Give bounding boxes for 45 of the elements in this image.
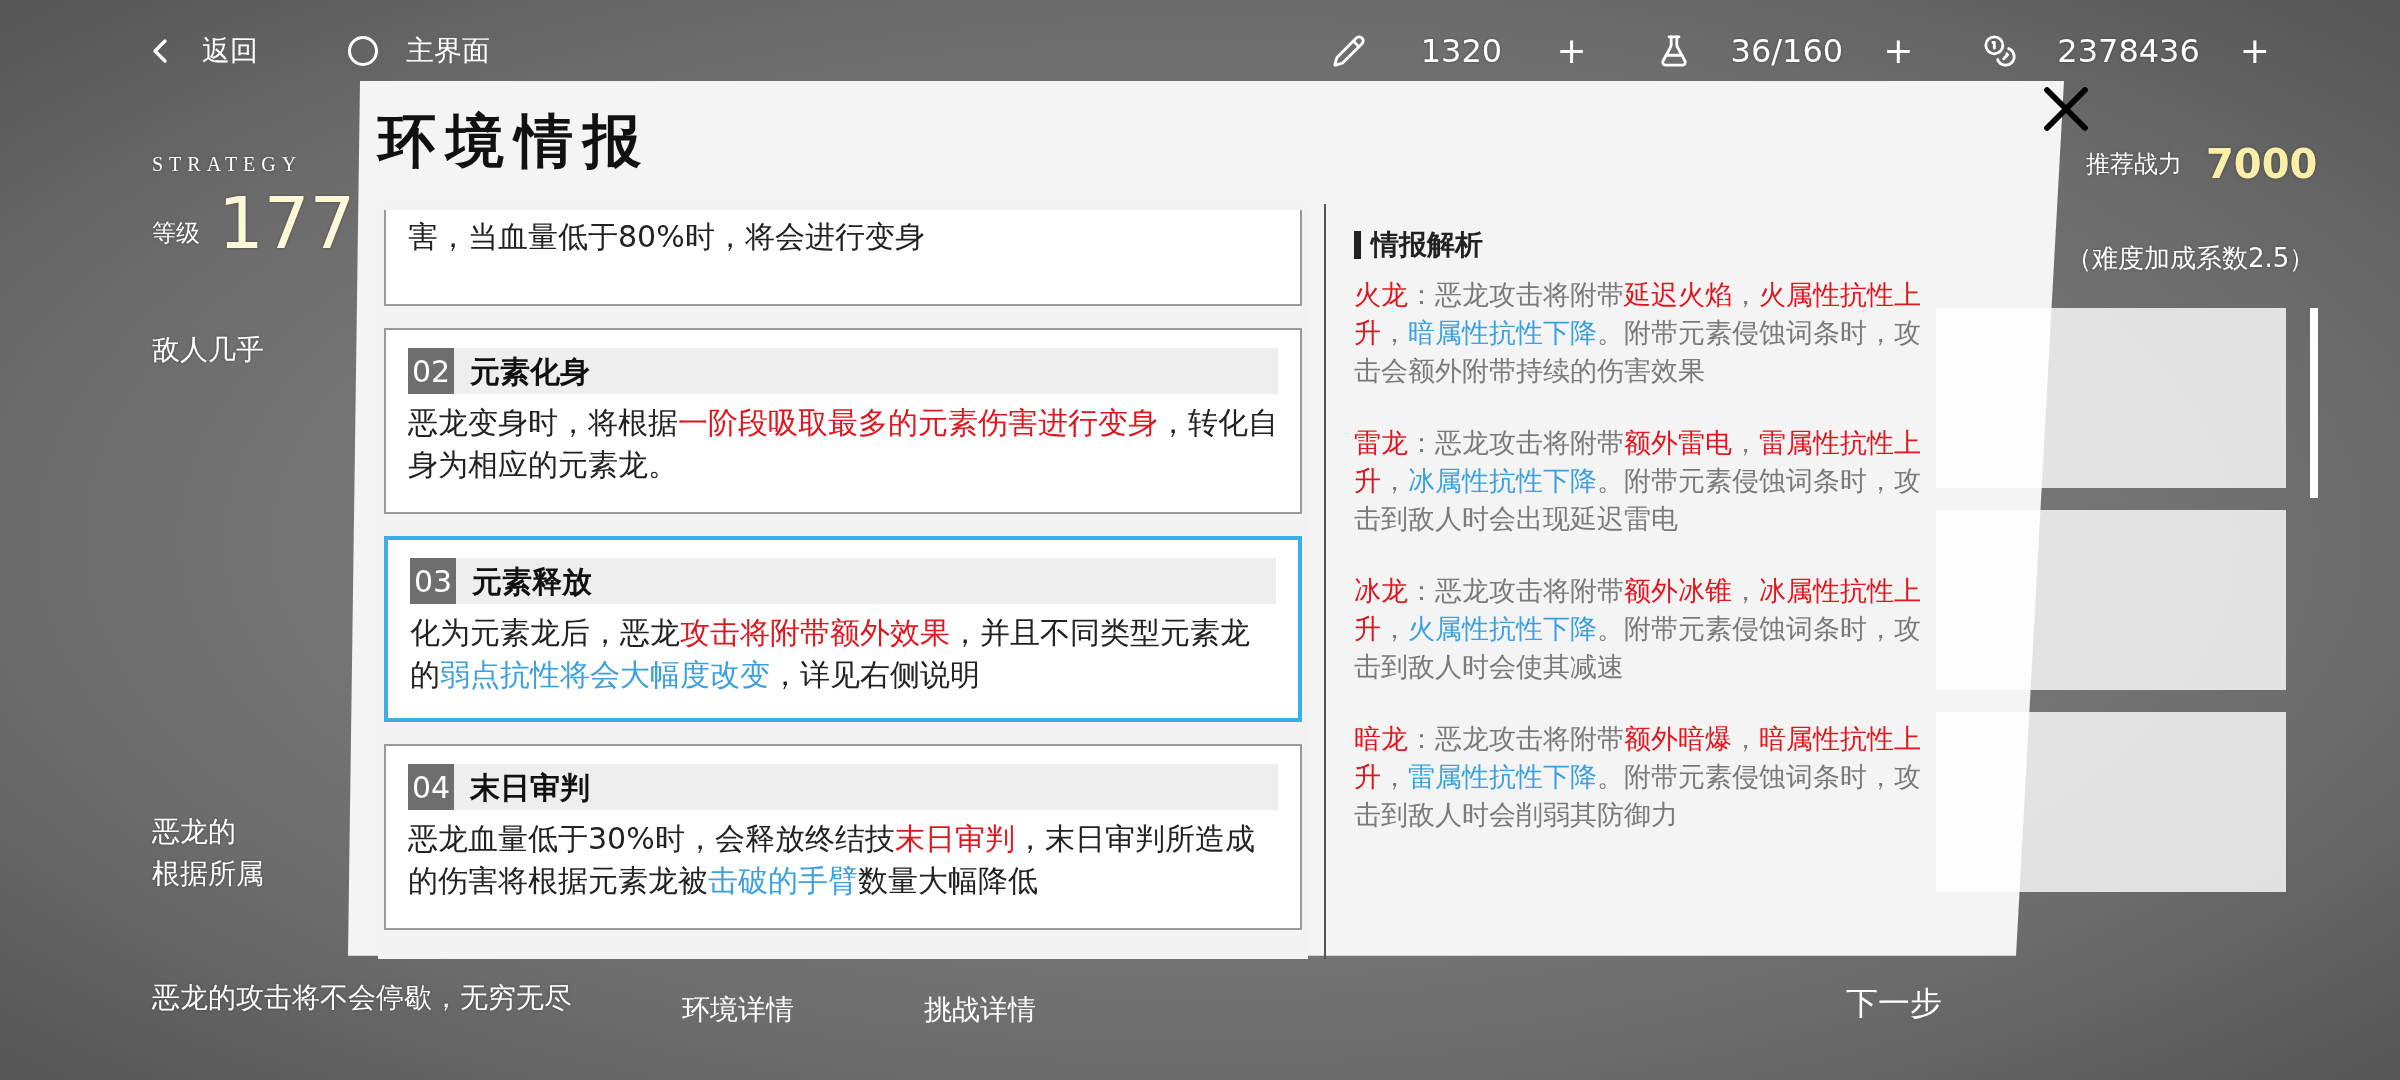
info-card[interactable]: 04 末日审判 恶龙血量低于30%时，会释放终结技末日审判，末日审判所造成的伤害将根据元素龙被击破的手臂数量大幅降低 — [384, 744, 1302, 931]
home-button[interactable]: 主界面 — [348, 29, 490, 72]
add-button[interactable]: + — [1883, 32, 1914, 69]
card-description: 恶龙血量低于30%时，会释放终结技末日审判，末日审判所造成的伤害将根据元素龙被击破的手臂数量大幅降低 — [408, 820, 1256, 901]
power-value: 7000 — [2206, 140, 2318, 190]
footer-text: 恶龙的攻击将不会停歇，无穷无尽 — [152, 980, 572, 1017]
info-card[interactable]: 02 元素化身 恶龙变身时，将根据一阶段吸取最多的元素伤害进行变身，转化自身为相应的元素龙。 — [384, 328, 1302, 515]
card-title: 元素释放 — [472, 562, 592, 601]
resource-value: 36/160 — [1730, 30, 1844, 71]
level-label: 等级 — [152, 218, 200, 250]
card-description: 害，当血量低于80%时，将会进行变身 — [408, 218, 926, 257]
card-number: 04 — [408, 764, 454, 811]
dragon-text: 根据所属 — [152, 856, 265, 893]
heading-bar — [1354, 231, 1361, 260]
power-label: 推荐战力 — [2086, 149, 2182, 181]
resource-value: 1320 — [1419, 30, 1504, 71]
add-button[interactable]: + — [2239, 32, 2270, 69]
card-description: 化为元素龙后，恶龙攻击将附带额外效果，并且不同类型元素龙的弱点抗性将会大幅度改变，详见右侧说明 — [410, 614, 1251, 695]
resource-value: 2378436 — [2057, 30, 2200, 71]
card-number: 02 — [408, 348, 454, 395]
info-heading: 情报解析 — [1371, 227, 1483, 264]
dragon-description: 暗龙：恶龙攻击将附带额外暗爆，暗属性抗性上升，雷属性抗性下降。附带元素侵蚀词条时，攻击到敌人时会削弱其防御力 — [1354, 722, 1922, 833]
card-description: 恶龙变身时，将根据一阶段吸取最多的元素伤害进行变身，转化自身为相应的元素龙。 — [408, 404, 1278, 485]
card-title: 元素化身 — [470, 352, 590, 391]
enemy-text: 敌人几乎 — [152, 332, 265, 369]
dragon-description: 火龙：恶龙攻击将附带延迟火焰，火属性抗性上升，暗属性抗性下降。附带元素侵蚀词条时，攻击会额外附带持续的伤害效果 — [1354, 278, 1922, 389]
info-card[interactable]: 害，当血量低于80%时，将会进行变身 — [384, 210, 1302, 307]
pencil-icon — [1332, 33, 1367, 68]
tab-button[interactable]: 环境详情 — [682, 989, 794, 1032]
dragon-text: 恶龙的 — [152, 814, 237, 851]
back-button[interactable]: 返回 — [140, 29, 258, 72]
page-title: 环境情报 — [378, 106, 652, 178]
coins-icon — [1983, 33, 2018, 68]
ring-icon — [348, 35, 378, 66]
level-value: 177 — [218, 187, 356, 260]
add-button[interactable]: + — [1556, 32, 1587, 69]
info-card[interactable]: 03 元素释放 化为元素龙后，恶龙攻击将附带额外效果，并且不同类型元素龙的弱点抗性将会大幅度改变，详见右侧说明 — [384, 536, 1302, 723]
difficulty-note: （难度加成系数2.5） — [2066, 242, 2317, 276]
strategy-label: STRATEGY — [152, 152, 304, 178]
dragon-description: 冰龙：恶龙攻击将附带额外冰锥，冰属性抗性上升，火属性抗性下降。附带元素侵蚀词条时，攻击到敌人时会使其减速 — [1354, 574, 1922, 685]
card-number: 03 — [410, 558, 456, 605]
dragon-description: 雷龙：恶龙攻击将附带额外雷电，雷属性抗性上升，冰属性抗性下降。附带元素侵蚀词条时，攻击到敌人时会出现延迟雷电 — [1354, 426, 1922, 537]
card-title: 末日审判 — [470, 768, 590, 807]
tab-button[interactable]: 挑战详情 — [924, 989, 1036, 1032]
next-button[interactable]: 下一步 — [1846, 979, 1942, 1028]
